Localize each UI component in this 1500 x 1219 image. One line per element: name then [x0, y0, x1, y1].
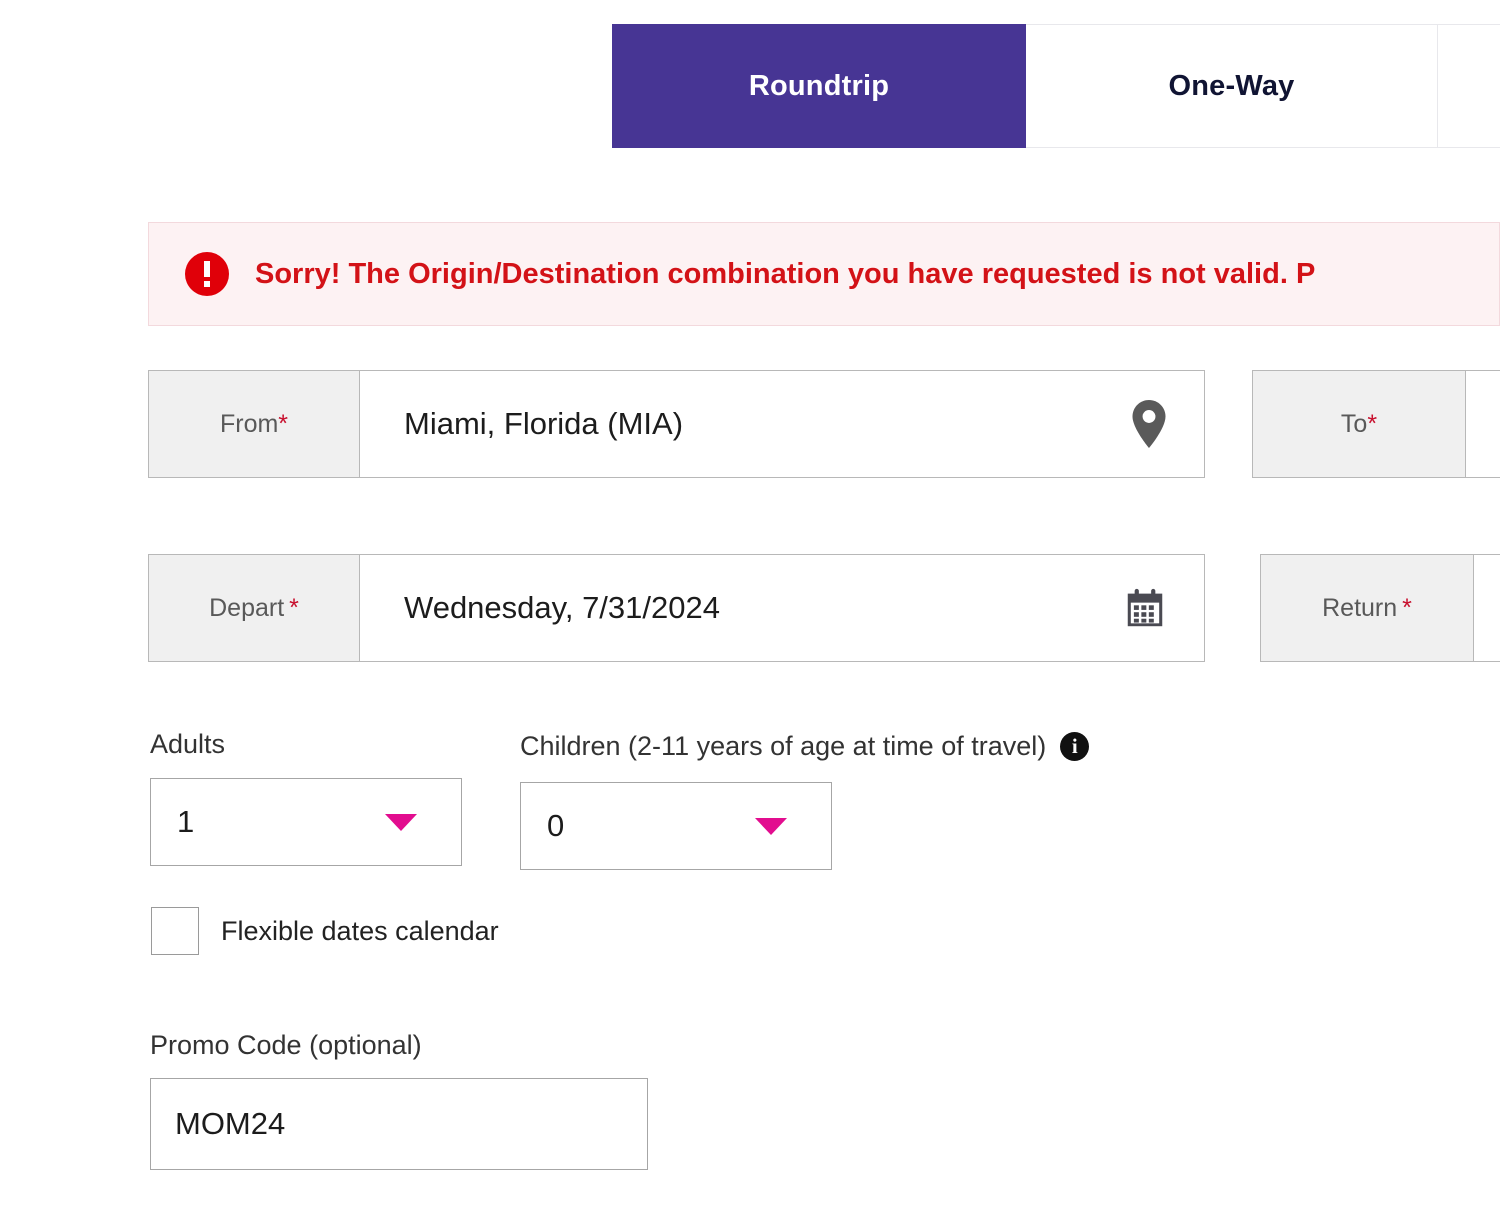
- promo-code-label: Promo Code (optional): [150, 1030, 422, 1060]
- from-field-row: From * Miami, Florida (MIA): [148, 370, 1205, 478]
- depart-input[interactable]: Wednesday, 7/31/2024: [360, 554, 1205, 662]
- depart-value: Wednesday, 7/31/2024: [404, 590, 720, 625]
- trip-type-tabs: Roundtrip One-Way: [612, 24, 1500, 148]
- flexible-dates-label: Flexible dates calendar: [221, 915, 499, 946]
- to-field-row: To *: [1252, 370, 1500, 478]
- from-input[interactable]: Miami, Florida (MIA): [360, 370, 1205, 478]
- promo-code-value: MOM24: [175, 1106, 286, 1141]
- return-input[interactable]: [1474, 554, 1500, 662]
- error-message: Sorry! The Origin/Destination combinatio…: [255, 257, 1316, 290]
- children-label-text: Children (2-11 years of age at time of t…: [520, 731, 1047, 761]
- calendar-icon[interactable]: [1122, 585, 1168, 631]
- to-required-marker: *: [1367, 409, 1378, 438]
- location-pin-icon[interactable]: [1130, 400, 1168, 448]
- from-label: From *: [148, 370, 360, 478]
- chevron-down-icon[interactable]: [385, 814, 417, 831]
- tab-roundtrip[interactable]: Roundtrip: [612, 24, 1026, 148]
- to-label: To *: [1252, 370, 1466, 478]
- adults-label-text: Adults: [150, 729, 226, 759]
- depart-field-row: Depart * Wednesday, 7/31/2024: [148, 554, 1205, 662]
- to-input[interactable]: [1466, 370, 1500, 478]
- children-label: Children (2-11 years of age at time of t…: [520, 731, 1090, 762]
- return-label: Return *: [1260, 554, 1474, 662]
- return-required-marker: *: [1402, 593, 1412, 622]
- adults-value: 1: [177, 804, 195, 839]
- depart-label-text: Depart: [209, 593, 285, 622]
- info-icon[interactable]: i: [1060, 732, 1090, 761]
- adults-select[interactable]: 1: [150, 778, 462, 866]
- return-label-text: Return: [1322, 593, 1398, 622]
- from-label-text: From: [219, 409, 279, 438]
- promo-code-input[interactable]: MOM24: [150, 1078, 648, 1170]
- flexible-dates-checkbox[interactable]: [151, 907, 199, 955]
- from-required-marker: *: [278, 409, 289, 438]
- adults-label: Adults: [150, 729, 225, 760]
- tab-one-way[interactable]: One-Way: [1026, 24, 1438, 148]
- error-exclamation-icon: [185, 252, 229, 296]
- chevron-down-icon[interactable]: [755, 818, 787, 835]
- tab-one-way-label: One-Way: [1168, 69, 1295, 102]
- error-banner: Sorry! The Origin/Destination combinatio…: [148, 222, 1500, 326]
- depart-required-marker: *: [289, 593, 299, 622]
- children-select[interactable]: 0: [520, 782, 832, 870]
- children-value: 0: [547, 808, 565, 843]
- tab-roundtrip-label: Roundtrip: [748, 69, 890, 102]
- depart-label: Depart *: [148, 554, 360, 662]
- return-field-row: Return *: [1260, 554, 1500, 662]
- tab-third-partial[interactable]: [1438, 24, 1500, 148]
- flexible-dates-row[interactable]: Flexible dates calendar: [151, 907, 499, 955]
- from-value: Miami, Florida (MIA): [404, 406, 684, 441]
- to-label-text: To: [1340, 409, 1368, 438]
